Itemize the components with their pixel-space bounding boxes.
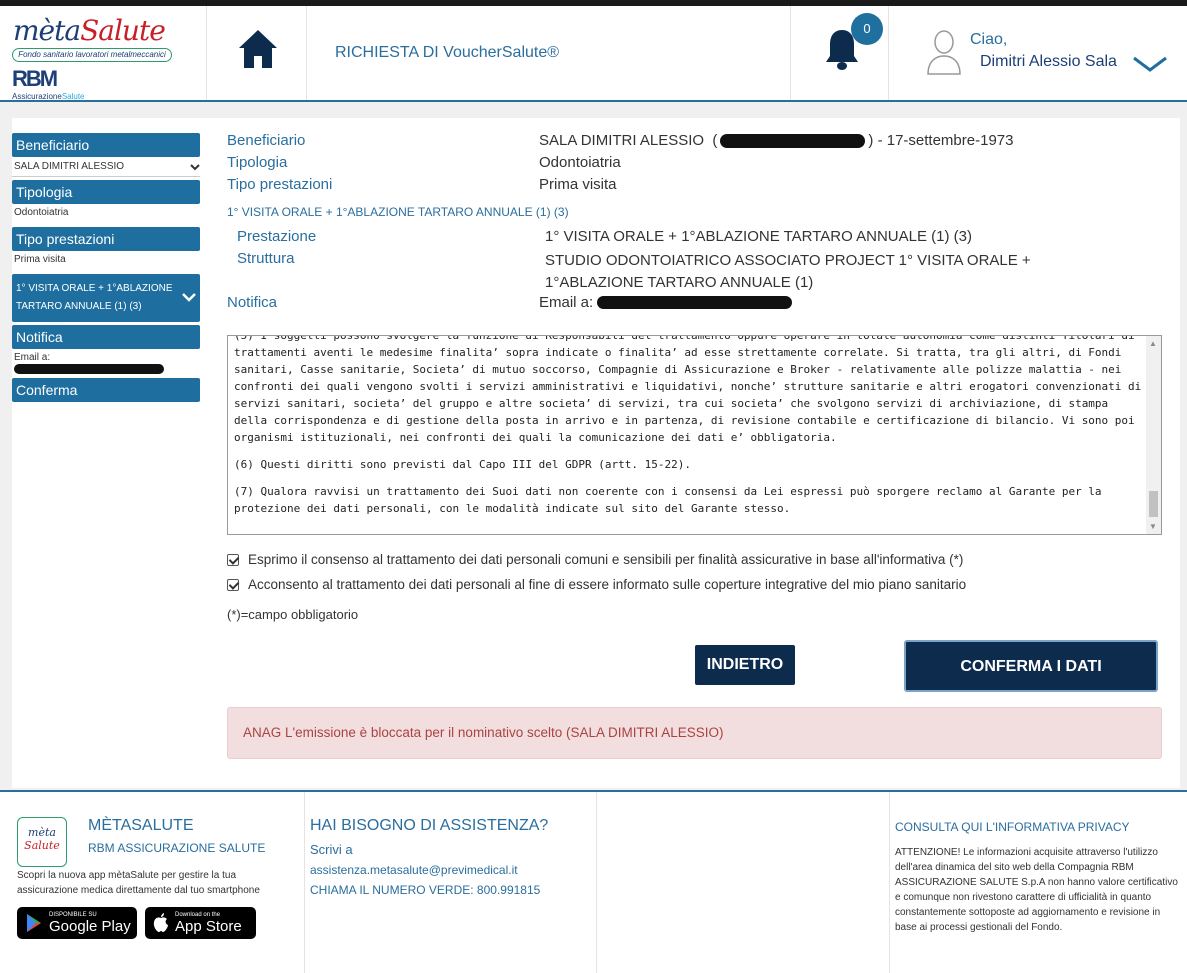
user-name[interactable]: Dimitri Alessio Sala: [980, 53, 1117, 71]
footer-write-label: Scrivi a: [310, 842, 353, 857]
logo-rbm: RBM: [12, 66, 58, 91]
privacy-text: (5) I soggetti possono svolgere la funzi…: [234, 336, 1142, 534]
confirm-button[interactable]: CONFERMA I DATI: [904, 640, 1158, 692]
beneficiario-name: SALA DIMITRI ALESSIO: [539, 132, 705, 149]
notifications-cell[interactable]: 0: [791, 6, 889, 100]
wizard-sidebar: Beneficiario SALA DIMITRI ALESSIO Tipolo…: [12, 130, 200, 402]
summary-prestazione-value: 1° VISITA ORALE + 1°ABLAZIONE TARTARO AN…: [545, 228, 972, 245]
summary-tipologia-label: Tipologia: [227, 154, 288, 171]
summary-beneficiario-value: SALA DIMITRI ALESSIO () - 17-settembre-1…: [539, 132, 1014, 149]
sidebar-step-tipo-prestazioni[interactable]: Tipo prestazioni: [12, 227, 200, 251]
sidebar-step-notifica[interactable]: Notifica: [12, 325, 200, 349]
footer-help-column: HAI BISOGNO DI ASSISTENZA? Scrivi a assi…: [305, 792, 597, 973]
footer: mèta Salute MÈTASALUTE RBM ASSICURAZIONE …: [0, 790, 1187, 973]
privacy-scrollbar[interactable]: ▲ ▼: [1146, 336, 1161, 534]
consent-label-1: Esprimo il consenso al trattamento dei d…: [248, 552, 964, 567]
back-button[interactable]: INDIETRO: [695, 645, 795, 685]
redacted-email: [597, 296, 793, 309]
app-store-label: App Store: [175, 917, 242, 935]
home-cell: [207, 6, 307, 100]
chevron-down-icon: [190, 163, 200, 170]
summary-tipo-prestazioni-value: Prima visita: [539, 176, 617, 193]
logo-rbm-sub: AssicurazioneSalute: [12, 92, 85, 101]
required-note: (*)=campo obbligatorio: [227, 607, 359, 622]
consent-label-2: Acconsento al trattamento dei dati perso…: [248, 577, 967, 592]
summary-struttura-value: STUDIO ODONTOIATRICO ASSOCIATO PROJECT 1…: [545, 252, 1031, 291]
redacted-email: [14, 364, 164, 374]
summary-tipo-prestazioni-label: Tipo prestazioni: [227, 176, 333, 193]
logo-tagline: Fondo sanitario lavoratori metalmeccanic…: [12, 48, 172, 62]
privacy-paragraph-7: (7) Qualora ravvisi un trattamento dei S…: [234, 485, 1102, 515]
sidebar-step-prestazione[interactable]: 1° VISITA ORALE + 1°ABLAZIONE TARTARO AN…: [12, 274, 200, 322]
beneficiario-select-value: SALA DIMITRI ALESSIO: [14, 160, 125, 172]
footer-brand-column: mèta Salute MÈTASALUTE RBM ASSICURAZIONE …: [0, 792, 305, 973]
brand-logo[interactable]: mètaSalute Fondo sanitario lavoratori me…: [0, 6, 207, 101]
consent-row-2: Acconsento al trattamento dei dati perso…: [227, 577, 966, 592]
scroll-thumb[interactable]: [1149, 491, 1158, 517]
sidebar-step-beneficiario[interactable]: Beneficiario: [12, 133, 200, 157]
header: mètaSalute Fondo sanitario lavoratori me…: [0, 6, 1187, 102]
footer-privacy-column: CONSULTA QUI L'INFORMATIVA PRIVACY ATTEN…: [890, 792, 1187, 973]
sidebar-step-tipologia[interactable]: Tipologia: [12, 180, 200, 204]
title-cell: RICHIESTA DI VoucherSalute®: [307, 6, 791, 100]
app-store-badge[interactable]: Download on the App Store: [145, 907, 256, 939]
main-area: Beneficiario SALA DIMITRI ALESSIO Tipolo…: [0, 102, 1187, 790]
consent-checkbox-2[interactable]: [227, 578, 239, 591]
footer-help-title: HAI BISOGNO DI ASSISTENZA?: [310, 817, 549, 834]
content-panel: Beneficiario SALA DIMITRI ALESSIO Tipolo…: [12, 118, 1180, 788]
app-logo: mèta Salute: [17, 817, 67, 867]
footer-privacy-link[interactable]: CONSULTA QUI L'INFORMATIVA PRIVACY: [895, 820, 1130, 834]
page-title: RICHIESTA DI VoucherSalute®: [335, 44, 560, 61]
sidebar-prestazione-label: 1° VISITA ORALE + 1°ABLAZIONE TARTARO AN…: [16, 283, 173, 312]
sidebar-tipologia-value: Odontoiatria: [14, 207, 69, 218]
beneficiario-dob: ) - 17-settembre-1973: [868, 132, 1014, 149]
redacted-fiscal-code: [720, 133, 866, 148]
sidebar-step-conferma[interactable]: Conferma: [12, 378, 200, 402]
footer-brand-title: MÈTASALUTE: [88, 817, 194, 834]
user-menu[interactable]: Ciao, Dimitri Alessio Sala: [889, 6, 1187, 100]
privacy-paragraph-6: (6) Questi diritti sono previsti dal Cap…: [234, 458, 691, 471]
google-play-badge[interactable]: DISPONIBILE SU Google Play: [17, 907, 137, 939]
consent-checkbox-1[interactable]: [227, 553, 239, 566]
google-play-label: Google Play: [49, 917, 131, 935]
scroll-up-icon[interactable]: ▲: [1149, 339, 1157, 348]
summary-notifica-value: Email a:: [539, 294, 793, 311]
summary-struttura-label: Struttura: [237, 250, 295, 267]
footer-brand-subtitle: RBM ASSICURAZIONE SALUTE: [88, 841, 266, 855]
google-play-icon: [27, 914, 41, 932]
privacy-textarea[interactable]: (5) I soggetti possono svolgere la funzi…: [227, 335, 1162, 535]
privacy-paragraph-5: (5) I soggetti possono svolgere la funzi…: [234, 336, 1142, 444]
chevron-down-icon[interactable]: [1132, 54, 1168, 74]
apple-icon: [153, 913, 168, 932]
greeting: Ciao,: [970, 31, 1008, 48]
footer-empty-column: [597, 792, 890, 973]
summary-beneficiario-label: Beneficiario: [227, 132, 306, 149]
user-avatar-icon: [927, 30, 961, 75]
sidebar-notifica-label: Email a:: [14, 352, 51, 363]
notifica-email-label: Email a:: [539, 294, 594, 311]
sidebar-notifica-value: Email a:: [12, 349, 200, 375]
footer-phone[interactable]: CHIAMA IL NUMERO VERDE: 800.991815: [310, 883, 540, 897]
prestazione-section-title: 1° VISITA ORALE + 1°ABLAZIONE TARTARO AN…: [227, 205, 569, 219]
logo-metasalute: mètaSalute: [13, 14, 166, 47]
summary-prestazione-label: Prestazione: [237, 228, 317, 245]
scroll-down-icon[interactable]: ▼: [1149, 522, 1157, 531]
consent-row-1: Esprimo il consenso al trattamento dei d…: [227, 552, 963, 567]
footer-disclaimer: ATTENZIONE! Le informazioni acquisite at…: [895, 847, 1178, 933]
home-icon[interactable]: [237, 28, 279, 70]
footer-app-text: Scopri la nuova app mètaSalute per gesti…: [17, 870, 260, 896]
notification-count-badge[interactable]: 0: [851, 13, 883, 45]
summary-notifica-label: Notifica: [227, 294, 278, 311]
footer-email-link[interactable]: assistenza.metasalute@previmedical.it: [310, 863, 518, 877]
error-alert: ANAG L'emissione è bloccata per il nomin…: [227, 707, 1162, 759]
beneficiario-select[interactable]: SALA DIMITRI ALESSIO: [12, 157, 200, 177]
summary-tipologia-value: Odontoiatria: [539, 154, 621, 171]
sidebar-tipo-prestazioni-value: Prima visita: [14, 254, 66, 265]
chevron-down-icon[interactable]: [182, 292, 196, 302]
